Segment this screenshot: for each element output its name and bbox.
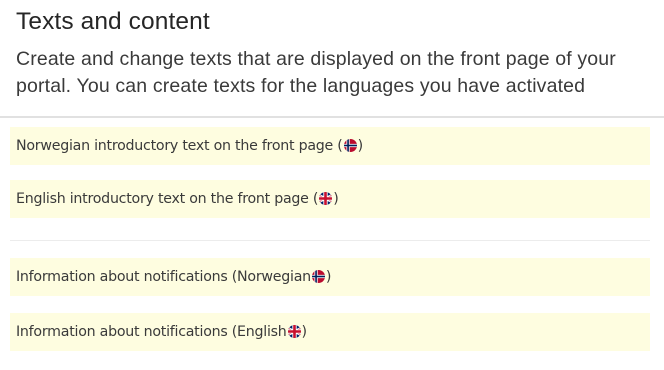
page-description: Create and change texts that are display… <box>16 48 616 97</box>
uk-flag-icon <box>287 325 301 338</box>
english-intro-text-item[interactable]: English introductory text on the front p… <box>10 180 650 218</box>
section-divider <box>10 240 650 241</box>
list-item-label: English introductory text on the front p… <box>16 191 339 207</box>
page-header: Texts and content Create and change text… <box>16 6 646 100</box>
list-item-label: Norwegian introductory text on the front… <box>16 138 363 154</box>
notifications-info-norwegian-item[interactable]: Information about notifications (Norwegi… <box>10 258 650 296</box>
norway-flag-icon <box>311 270 325 283</box>
list-item-label: Information about notifications (English… <box>16 324 307 340</box>
norway-flag-icon <box>343 139 357 152</box>
page-title: Texts and content <box>16 8 210 35</box>
header-divider <box>0 116 664 118</box>
list-item-label: Information about notifications (Norwegi… <box>16 269 332 285</box>
uk-flag-icon <box>319 192 333 205</box>
norwegian-intro-text-item[interactable]: Norwegian introductory text on the front… <box>10 127 650 165</box>
notifications-info-english-item[interactable]: Information about notifications (English… <box>10 313 650 351</box>
